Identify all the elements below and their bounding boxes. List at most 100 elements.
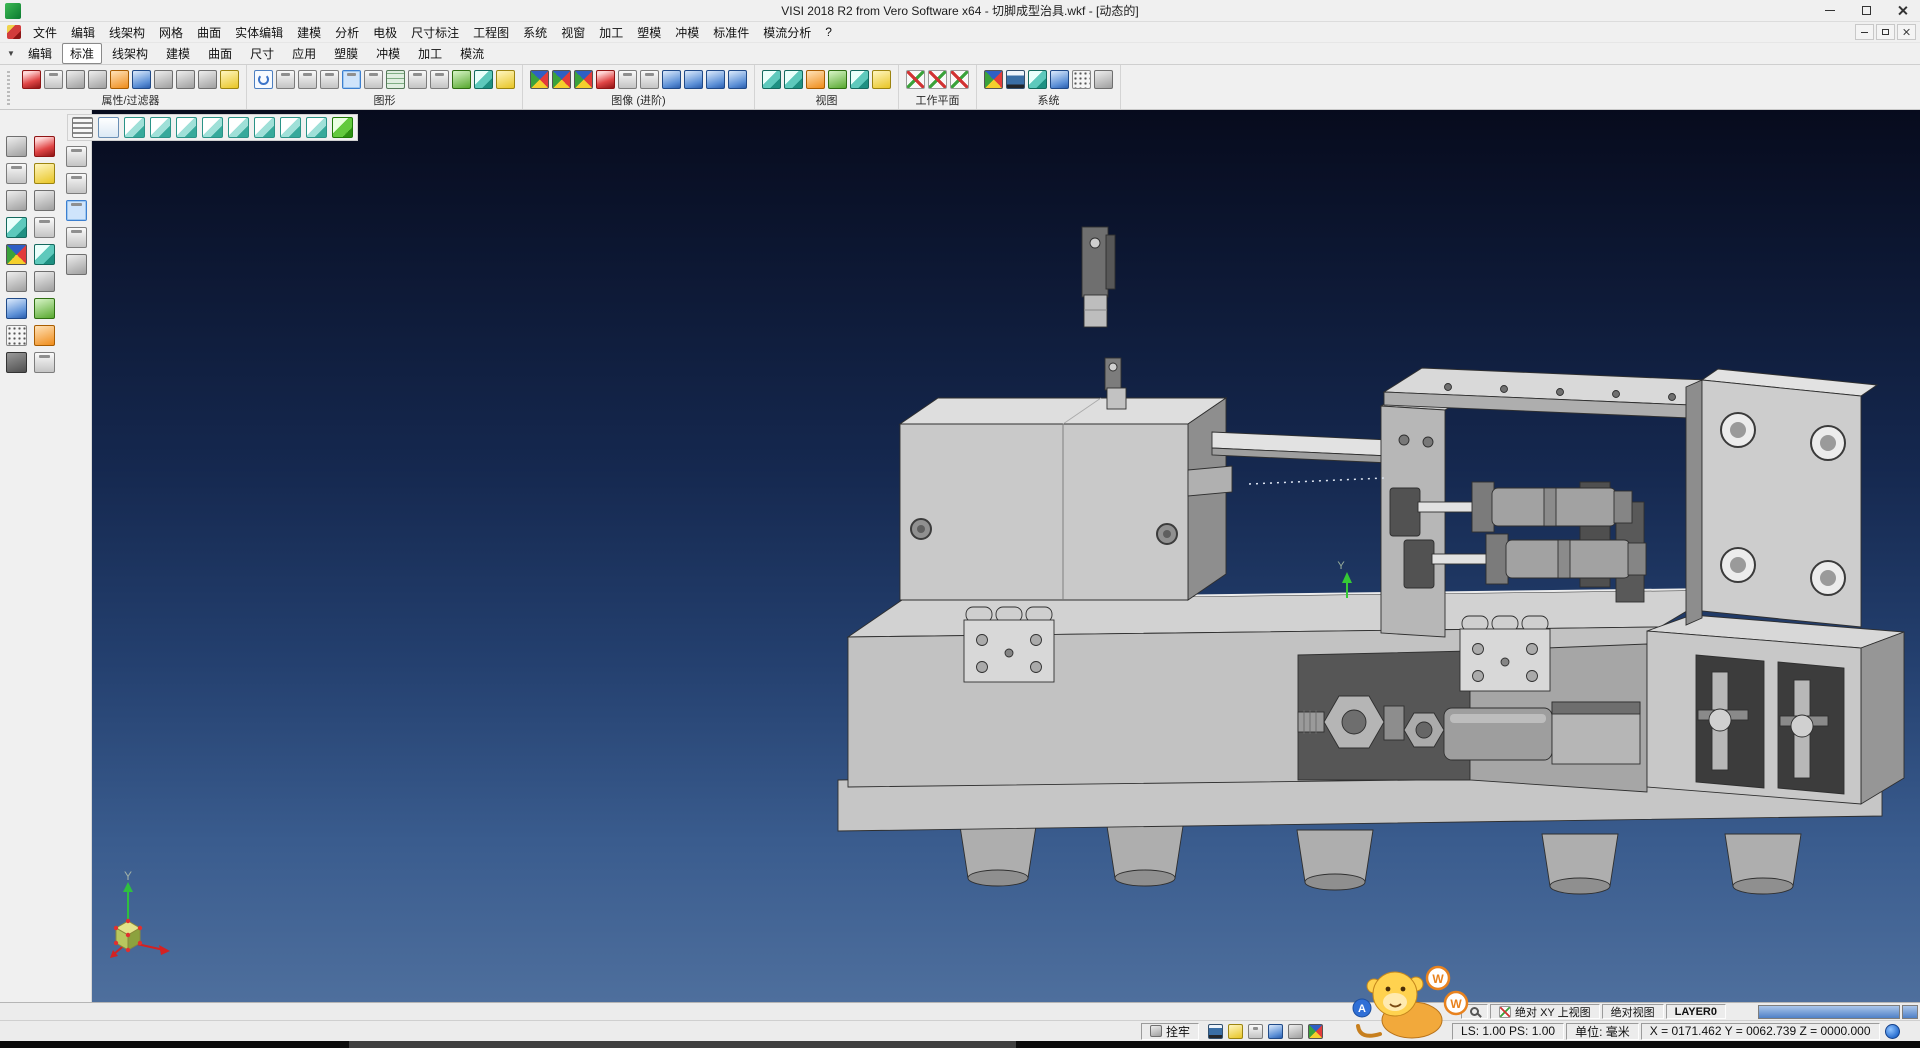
- axonometric-view-icon[interactable]: [306, 117, 327, 138]
- layer-stack-icon[interactable]: [430, 70, 449, 89]
- minimize-button[interactable]: [1812, 0, 1848, 21]
- cube-icon[interactable]: [34, 271, 55, 292]
- mdi-restore-button[interactable]: [1876, 24, 1895, 40]
- workplane-edit-icon[interactable]: [928, 70, 947, 89]
- mdi-close-button[interactable]: [1897, 24, 1916, 40]
- snap-toggle-cell[interactable]: 拴牢: [1141, 1023, 1199, 1040]
- menu-item[interactable]: 电极: [366, 22, 404, 43]
- magnet-icon[interactable]: [22, 70, 41, 89]
- menu-item[interactable]: 塑模: [630, 22, 668, 43]
- shaded-view-green-icon[interactable]: [332, 117, 353, 138]
- layer-cell[interactable]: LAYER0: [1666, 1004, 1726, 1019]
- front-view-icon[interactable]: [150, 117, 171, 138]
- red-clip-icon[interactable]: [596, 70, 615, 89]
- tab[interactable]: 模流: [452, 43, 492, 64]
- bottom-view-icon[interactable]: [280, 117, 301, 138]
- tab-dropdown-icon[interactable]: ▼: [3, 49, 19, 58]
- paste-attributes-icon[interactable]: [88, 70, 107, 89]
- menu-item[interactable]: 标准件: [706, 22, 756, 43]
- menu-item[interactable]: 尺寸标注: [404, 22, 466, 43]
- plane-gray-icon[interactable]: [1094, 70, 1113, 89]
- solid-edit-icon[interactable]: [34, 244, 55, 265]
- menu-item[interactable]: 工程图: [466, 22, 516, 43]
- palette-icon[interactable]: [1308, 1024, 1323, 1039]
- shaded-view-icon[interactable]: [530, 70, 549, 89]
- globe-icon[interactable]: [1885, 1024, 1900, 1039]
- point-grid-icon[interactable]: [1072, 70, 1091, 89]
- back-view-icon[interactable]: [254, 117, 275, 138]
- tab[interactable]: 应用: [284, 43, 324, 64]
- shaded-cube-icon[interactable]: [784, 70, 803, 89]
- filter-scissors-icon[interactable]: [154, 70, 173, 89]
- eye-cube-icon[interactable]: [850, 70, 869, 89]
- burst-icon[interactable]: [496, 70, 515, 89]
- color-settings-icon[interactable]: [1228, 1024, 1243, 1039]
- maximize-button[interactable]: [1848, 0, 1884, 21]
- delete-icon[interactable]: [34, 136, 55, 157]
- mascot-pet[interactable]: W W A: [1350, 956, 1480, 1044]
- right-view-icon[interactable]: [202, 117, 223, 138]
- cylinder-blue-icon[interactable]: [706, 70, 725, 89]
- menu-item[interactable]: 系统: [516, 22, 554, 43]
- tab[interactable]: 尺寸: [242, 43, 282, 64]
- clipboard4-icon[interactable]: [364, 70, 383, 89]
- menu-item[interactable]: 加工: [592, 22, 630, 43]
- 3d-model-view[interactable]: Y: [92, 110, 1920, 1002]
- absolute-view-cell[interactable]: 绝对视图: [1602, 1004, 1664, 1019]
- pencil-edit-icon[interactable]: [34, 163, 55, 184]
- verify-icon[interactable]: [828, 70, 847, 89]
- save-layer-icon[interactable]: [34, 352, 55, 373]
- clip-image-icon[interactable]: [618, 70, 637, 89]
- window-blue-icon[interactable]: [1050, 70, 1069, 89]
- clipboard-4-icon[interactable]: [66, 227, 87, 248]
- undo-icon[interactable]: [34, 325, 55, 346]
- grid-plane-icon[interactable]: [386, 70, 405, 89]
- clipboard-3-icon[interactable]: [66, 200, 87, 221]
- annotation-icon[interactable]: [6, 298, 27, 319]
- clipboard-5-icon[interactable]: [66, 254, 87, 275]
- teal-square-icon[interactable]: [1028, 70, 1047, 89]
- clipboard-icon[interactable]: [276, 70, 295, 89]
- menu-item[interactable]: 建模: [290, 22, 328, 43]
- material-icon[interactable]: [574, 70, 593, 89]
- display-settings-icon[interactable]: [1208, 1024, 1223, 1039]
- arrow-text-icon[interactable]: [684, 70, 703, 89]
- zoom-window-icon[interactable]: [6, 271, 27, 292]
- left-view-icon[interactable]: [228, 117, 249, 138]
- clipboard5-icon[interactable]: [408, 70, 427, 89]
- menu-item[interactable]: 线架构: [102, 22, 152, 43]
- viewport-layout-icon[interactable]: [98, 117, 119, 138]
- translate-icon[interactable]: [6, 190, 27, 211]
- help-icon[interactable]: [1268, 1024, 1283, 1039]
- clipboard-2-icon[interactable]: [66, 173, 87, 194]
- toolbar-handle[interactable]: [4, 69, 13, 105]
- menu-item[interactable]: 网格: [152, 22, 190, 43]
- polyline-icon[interactable]: [34, 190, 55, 211]
- refresh-orange-icon[interactable]: [110, 70, 129, 89]
- view-mode-cell[interactable]: 绝对 XY 上视图: [1490, 1004, 1600, 1019]
- menu-item[interactable]: 实体编辑: [228, 22, 290, 43]
- print-icon[interactable]: [1248, 1024, 1263, 1039]
- tab[interactable]: 线架构: [104, 43, 156, 64]
- copy-attributes-icon[interactable]: [66, 70, 85, 89]
- tab[interactable]: 塑膜: [326, 43, 366, 64]
- clipboard-1-icon[interactable]: [66, 146, 87, 167]
- render-mode-icon[interactable]: [6, 352, 27, 373]
- layer-green-icon[interactable]: [452, 70, 471, 89]
- select-arrow-icon[interactable]: [6, 136, 27, 157]
- cone-blue-icon[interactable]: [728, 70, 747, 89]
- wireframe-cube-icon[interactable]: [762, 70, 781, 89]
- menu-item[interactable]: 分析: [328, 22, 366, 43]
- menu-item[interactable]: 模流分析: [756, 22, 818, 43]
- measure-view-icon[interactable]: [806, 70, 825, 89]
- refresh-blue-icon[interactable]: [132, 70, 151, 89]
- refresh-view-icon[interactable]: [254, 70, 273, 89]
- filter-pencil-icon[interactable]: [176, 70, 195, 89]
- rotate-icon[interactable]: [6, 217, 27, 238]
- rendered-view-icon[interactable]: [552, 70, 571, 89]
- tab[interactable]: 冲模: [368, 43, 408, 64]
- clipboard3-icon[interactable]: [320, 70, 339, 89]
- edit-note-icon[interactable]: [1288, 1024, 1303, 1039]
- menu-item-help[interactable]: ?: [818, 23, 839, 41]
- filter-yellow-icon[interactable]: [220, 70, 239, 89]
